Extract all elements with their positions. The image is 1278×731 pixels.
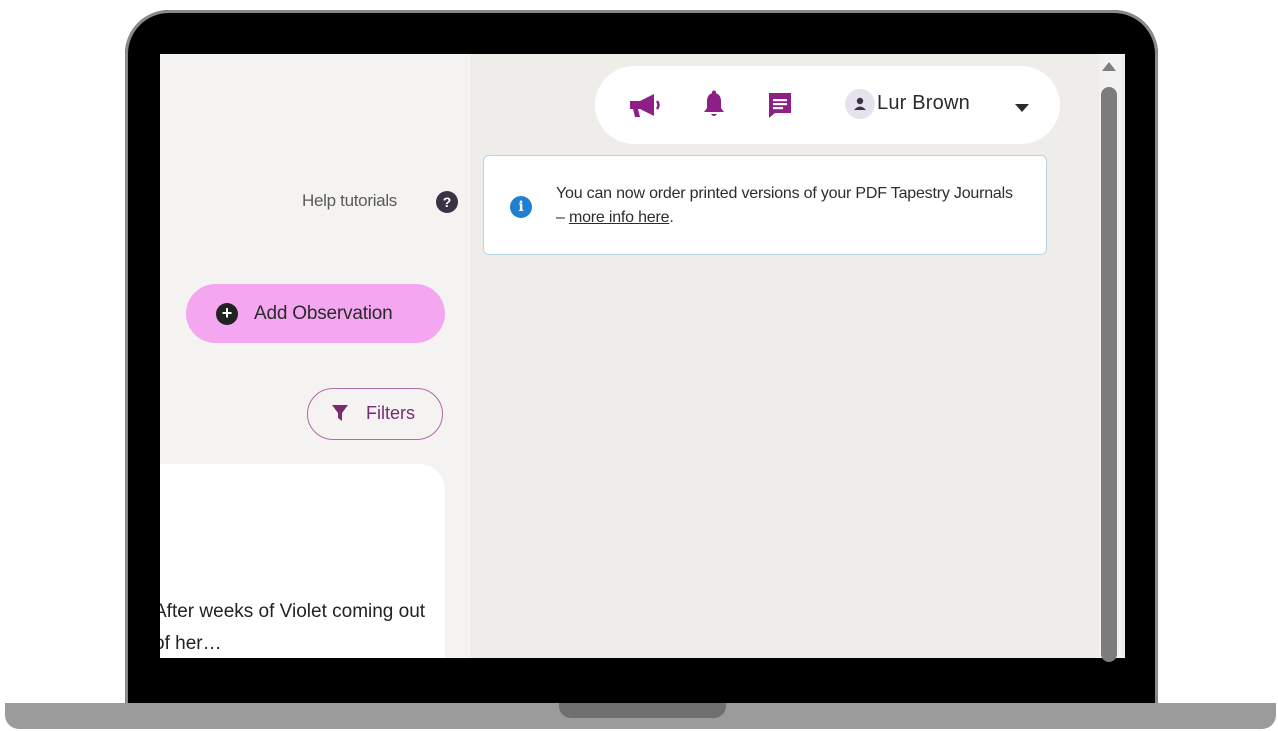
plus-circle-icon: + bbox=[216, 303, 238, 325]
avatar[interactable] bbox=[845, 89, 875, 119]
banner-message: You can now order printed versions of yo… bbox=[556, 182, 1016, 230]
add-observation-button[interactable]: + Add Observation bbox=[186, 284, 445, 343]
laptop-notch bbox=[559, 703, 726, 718]
filter-icon bbox=[332, 405, 348, 425]
scroll-up-icon[interactable] bbox=[1102, 62, 1116, 71]
help-icon[interactable]: ? bbox=[436, 191, 458, 213]
user-icon bbox=[854, 97, 866, 110]
observation-card[interactable]: After weeks of Violet coming out of her… bbox=[160, 464, 445, 658]
observation-preview: After weeks of Violet coming out of her… bbox=[160, 601, 426, 654]
filters-label: Filters bbox=[366, 403, 415, 423]
user-name[interactable]: Lur Brown bbox=[877, 92, 970, 115]
main-area bbox=[470, 54, 1125, 658]
messages-icon[interactable] bbox=[767, 91, 793, 119]
chevron-down-icon[interactable] bbox=[1015, 99, 1029, 117]
banner-text-end: . bbox=[669, 209, 674, 226]
app-screen: Lur Brown Help tutorials ? i You can now… bbox=[160, 54, 1125, 658]
megaphone-icon[interactable] bbox=[628, 92, 662, 118]
info-banner: i You can now order printed versions of … bbox=[483, 155, 1047, 255]
user-bar bbox=[595, 66, 1060, 144]
bell-icon[interactable] bbox=[703, 90, 725, 118]
info-icon: i bbox=[510, 196, 532, 218]
scrollbar-thumb[interactable] bbox=[1101, 87, 1117, 662]
add-observation-label: Add Observation bbox=[254, 303, 393, 324]
more-info-link[interactable]: more info here bbox=[569, 209, 670, 226]
help-tutorials-link[interactable]: Help tutorials bbox=[302, 191, 397, 211]
filters-button[interactable]: Filters bbox=[307, 388, 443, 440]
